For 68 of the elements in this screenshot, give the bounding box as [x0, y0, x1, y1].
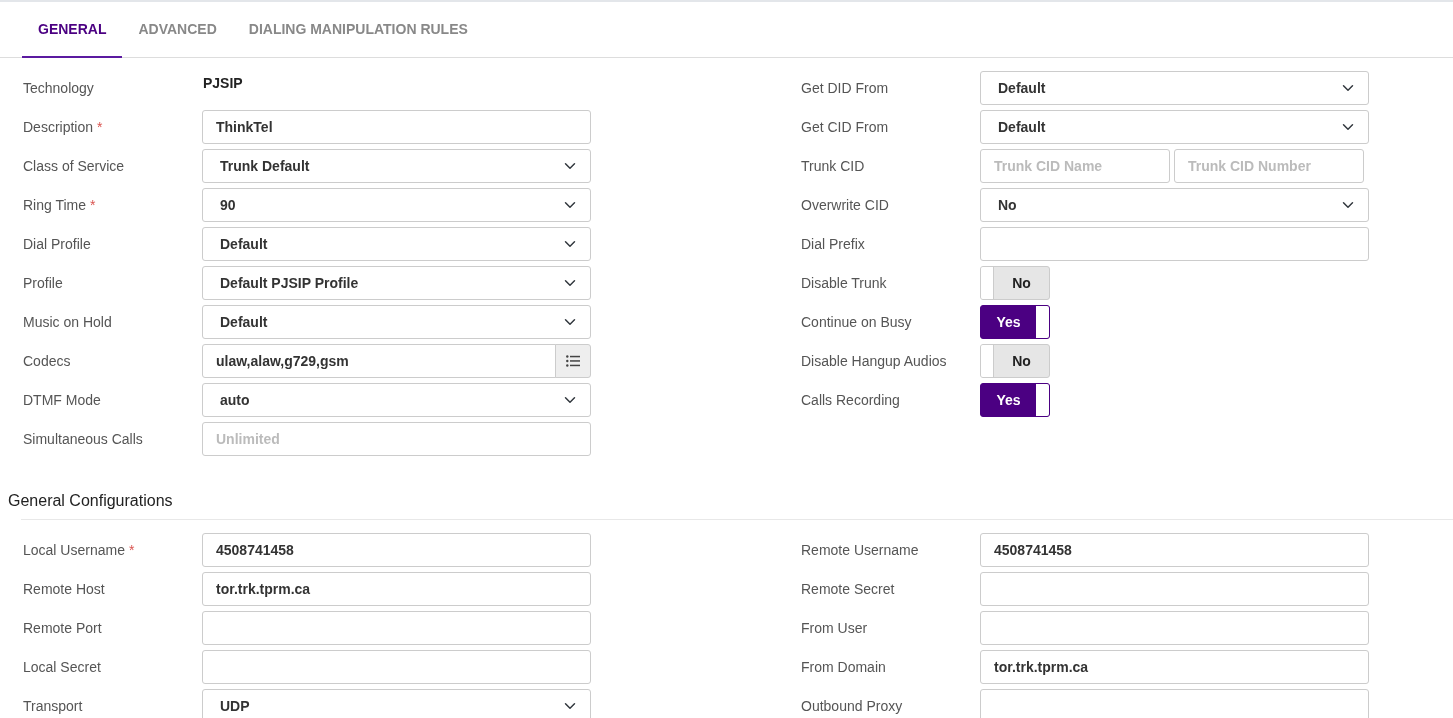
text-field[interactable]: tor.trk.tprm.ca: [980, 650, 1369, 684]
text-field[interactable]: [202, 650, 591, 684]
toggle-switch[interactable]: Yes: [980, 305, 1050, 339]
text-field[interactable]: tor.trk.tprm.ca: [202, 572, 591, 606]
required-mark: *: [97, 118, 103, 135]
select-field[interactable]: Trunk Default: [202, 149, 591, 183]
field-label: Profile: [23, 274, 63, 291]
field-label: Codecs: [23, 352, 71, 369]
field-label: Music on Hold: [23, 313, 112, 330]
required-mark: *: [90, 196, 96, 213]
field-label: Local Secret: [23, 658, 101, 675]
text-field[interactable]: ThinkTel: [202, 110, 591, 144]
field-label: Dial Prefix: [801, 235, 865, 252]
select-field[interactable]: Default: [980, 71, 1369, 105]
text-field[interactable]: Unlimited: [202, 422, 591, 456]
toggle-switch[interactable]: No: [980, 344, 1050, 378]
field-label: Get CID From: [801, 118, 889, 135]
text-field[interactable]: Trunk CID Number: [1174, 149, 1364, 183]
select-field[interactable]: Default: [202, 227, 591, 261]
text-field[interactable]: [980, 689, 1369, 718]
tab[interactable]: ADVANCED: [122, 2, 233, 58]
field-label: Dial Profile: [23, 235, 91, 252]
field-label: Remote Secret: [801, 580, 895, 597]
field-label: Class of Service: [23, 157, 125, 174]
field-label: DTMF Mode: [23, 391, 101, 408]
toggle-switch[interactable]: Yes: [980, 383, 1050, 417]
select-field[interactable]: Default PJSIP Profile: [202, 266, 591, 300]
field-label: Disable Hangup Audios: [801, 352, 947, 369]
field-label: Simultaneous Calls: [23, 430, 143, 447]
field-label: Calls Recording: [801, 391, 900, 408]
tab[interactable]: GENERAL: [22, 2, 123, 58]
select-field[interactable]: Default: [980, 110, 1369, 144]
section-title: General Configurations: [8, 491, 174, 511]
field-label: Transport: [23, 697, 83, 714]
field-label: Remote Port: [23, 619, 102, 636]
text-field[interactable]: ulaw,alaw,g729,gsm: [202, 344, 556, 378]
tab[interactable]: DIALING MANIPULATION RULES: [232, 2, 484, 58]
field-label: Remote Username: [801, 541, 919, 558]
select-field[interactable]: Default: [202, 305, 591, 339]
field-label: Continue on Busy: [801, 313, 912, 330]
text-field[interactable]: 4508741458: [980, 533, 1369, 567]
field-label: Outbound Proxy: [801, 697, 903, 714]
select-field[interactable]: auto: [202, 383, 591, 417]
field-label: Get DID From: [801, 79, 889, 96]
field-label: Local Username: [23, 541, 125, 558]
field-label: Overwrite CID: [801, 196, 889, 213]
field-label: From User: [801, 619, 868, 636]
text-field[interactable]: [980, 611, 1369, 645]
list-icon: [565, 355, 580, 367]
select-field[interactable]: 90: [202, 188, 591, 222]
toggle-switch[interactable]: No: [980, 266, 1050, 300]
text-field[interactable]: Trunk CID Name: [980, 149, 1170, 183]
field-label: Disable Trunk: [801, 274, 887, 291]
field-label: Trunk CID: [801, 157, 865, 174]
text-field[interactable]: [202, 611, 591, 645]
field-label: Ring Time: [23, 196, 87, 213]
field-label: Technology: [23, 79, 94, 96]
select-field[interactable]: UDP: [202, 689, 591, 718]
select-field[interactable]: No: [980, 188, 1369, 222]
text-field[interactable]: [980, 572, 1369, 606]
field-label: Description: [23, 118, 94, 135]
required-mark: *: [128, 541, 135, 558]
text-field[interactable]: [980, 227, 1369, 261]
field-label: From Domain: [801, 658, 886, 675]
field-value: PJSIP: [202, 73, 244, 93]
text-field[interactable]: 4508741458: [202, 533, 591, 567]
list-button[interactable]: [554, 344, 591, 378]
field-label: Remote Host: [23, 580, 105, 597]
